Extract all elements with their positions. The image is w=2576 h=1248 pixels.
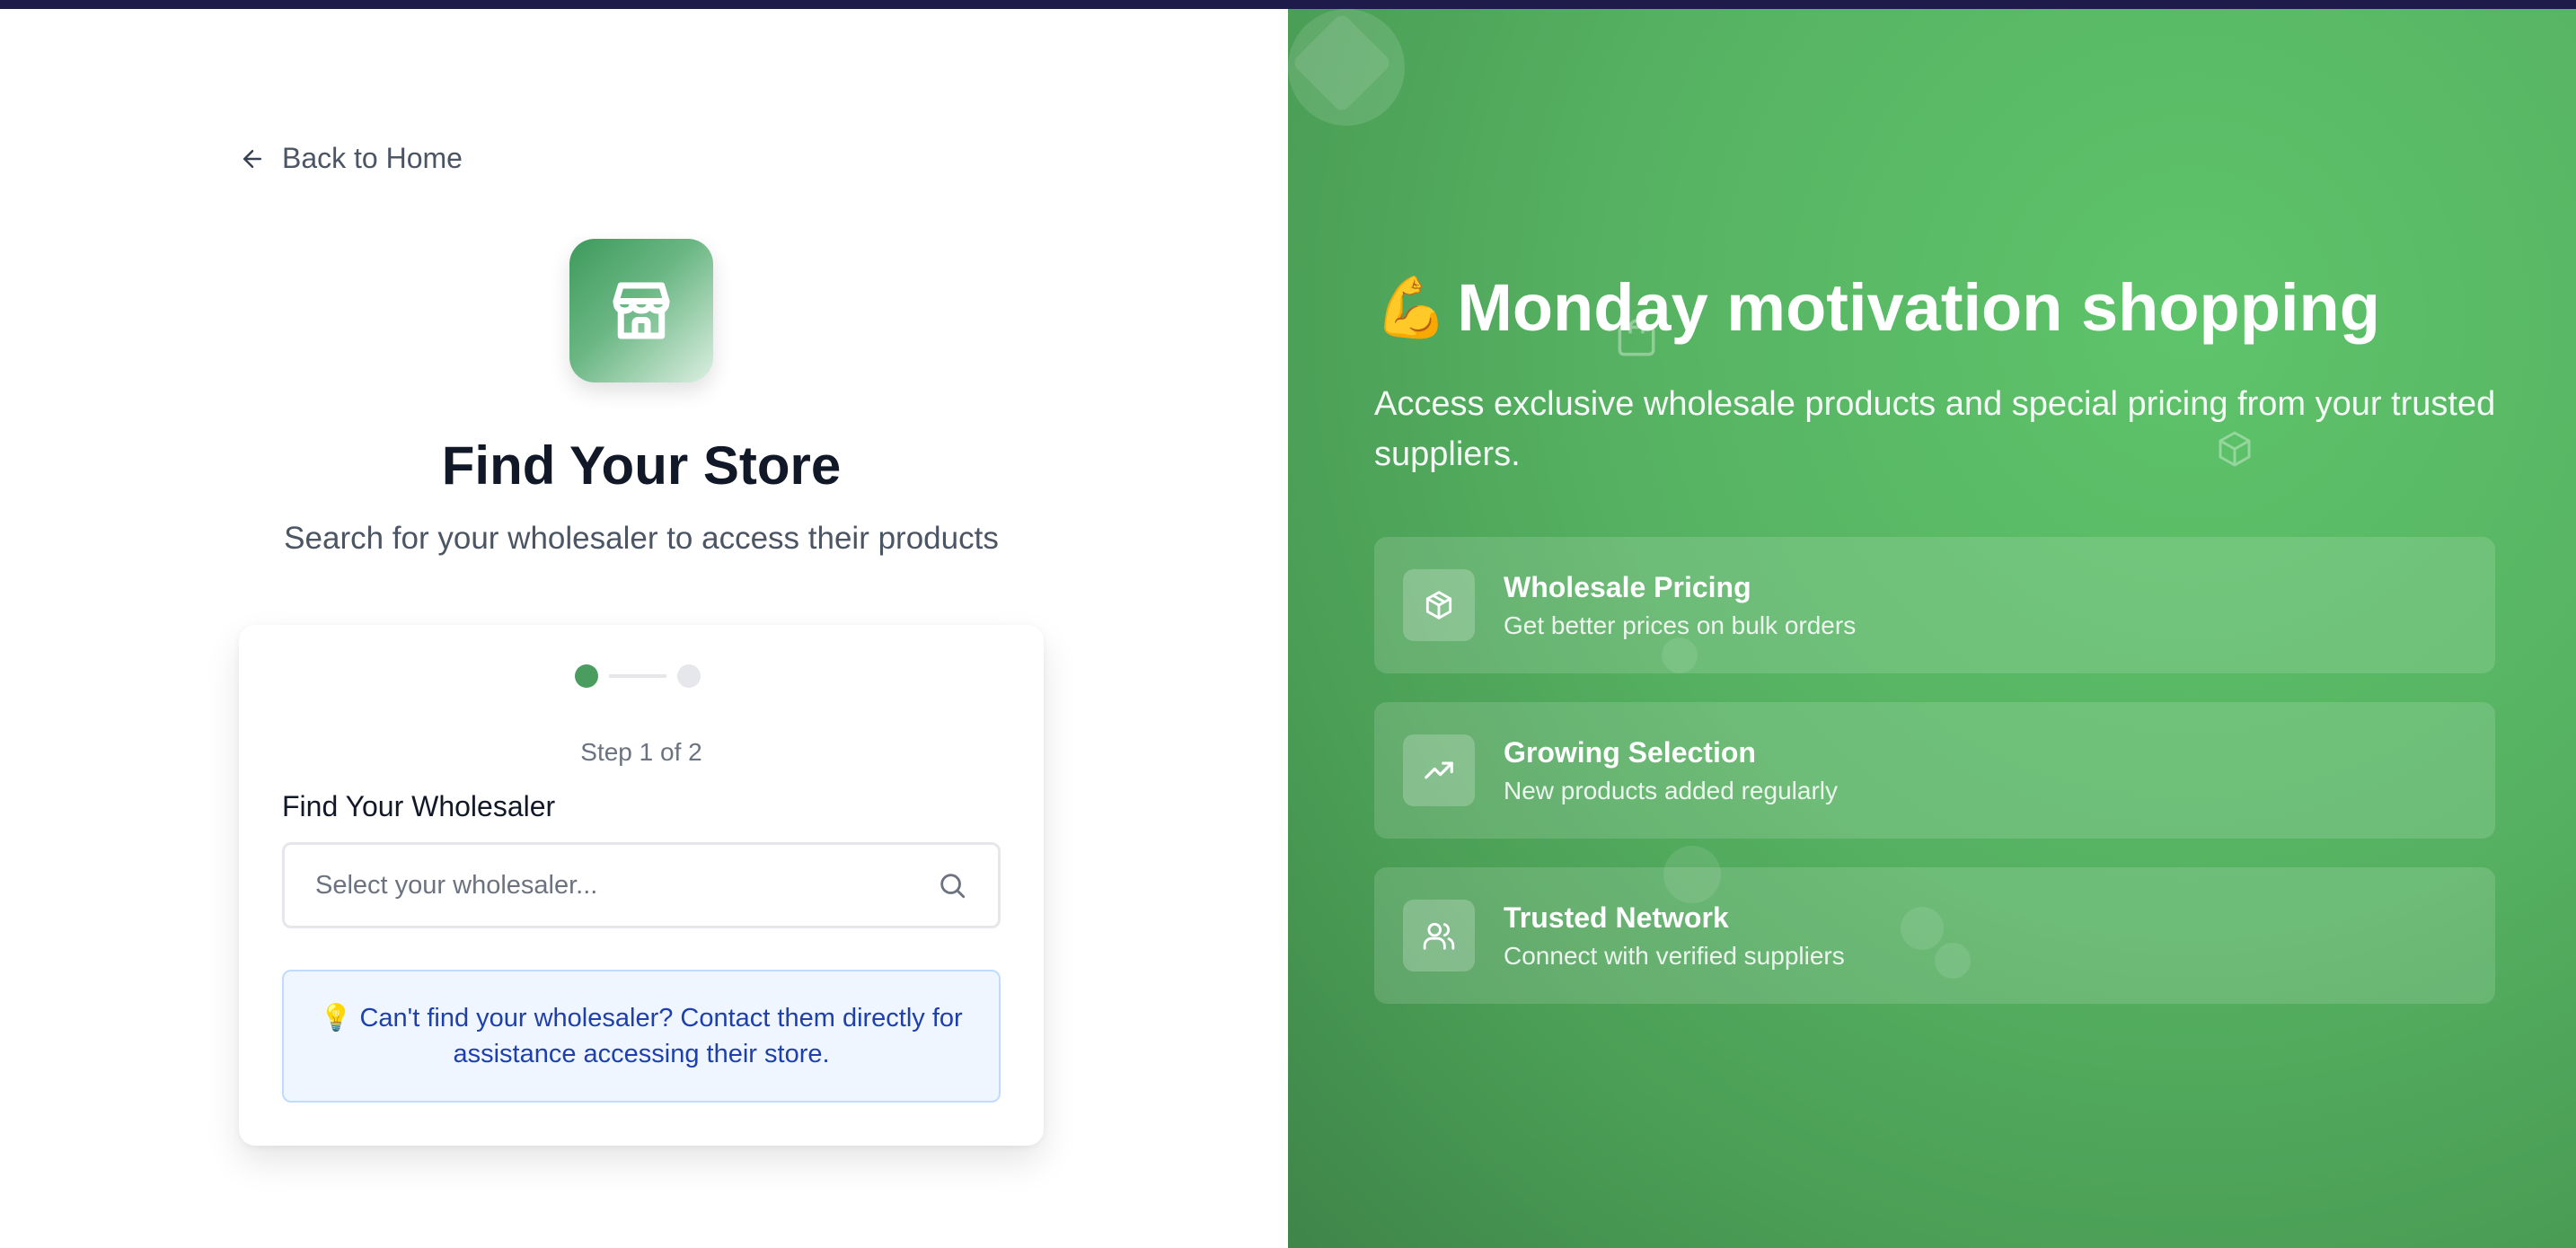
feature-icon-box — [1403, 569, 1475, 641]
feature-title: Trusted Network — [1504, 901, 1729, 934]
feature-card-wholesale-pricing: Wholesale Pricing Get better prices on b… — [1374, 537, 2495, 673]
step-counter: Step 1 of 2 — [580, 738, 702, 766]
step-connector — [609, 674, 666, 678]
feature-description: New products added regularly — [1504, 776, 1838, 804]
page-title: Find Your Store — [441, 435, 842, 496]
step-dot-1-active — [575, 664, 598, 688]
users-icon — [1423, 922, 1455, 950]
feature-description: Connect with verified suppliers — [1504, 941, 1845, 970]
store-logo — [569, 239, 713, 382]
feature-description: Get better prices on bulk orders — [1504, 611, 1857, 639]
promo-headline: 💪 Monday motivation shopping — [1374, 269, 2380, 346]
help-notice-text: 💡 Can't find your wholesaler? Contact th… — [320, 1004, 963, 1068]
promo-description: Access exclusive wholesale products and … — [1374, 385, 2496, 473]
page-subtitle: Search for your wholesaler to access the… — [284, 521, 999, 556]
flexed-biceps-icon: 💪 — [1374, 273, 1449, 340]
back-link-label: Back to Home — [282, 142, 463, 174]
feature-card-trusted-network: Trusted Network Connect with verified su… — [1374, 867, 2495, 1004]
step-dot-2 — [677, 664, 701, 688]
wholesaler-select[interactable] — [282, 842, 1001, 928]
wholesaler-search-input[interactable] — [285, 845, 937, 926]
wholesaler-field-label: Find Your Wholesaler — [282, 790, 556, 822]
search-icon — [940, 874, 966, 899]
help-notice: 💡 Can't find your wholesaler? Contact th… — [282, 970, 1001, 1103]
feature-icon-box — [1403, 734, 1475, 806]
store-search-panel: Back to Home Find Your Store Search for … — [0, 9, 1288, 1248]
feature-card-growing-selection: Growing Selection New products added reg… — [1374, 702, 2495, 839]
store-icon — [613, 282, 670, 339]
arrow-left-icon — [243, 149, 261, 168]
window-top-bar — [0, 0, 2576, 9]
step-indicator — [575, 664, 701, 688]
feature-title: Growing Selection — [1504, 735, 1756, 769]
package-icon — [1425, 591, 1452, 620]
promo-headline-text: Monday motivation shopping — [1457, 270, 2380, 345]
trending-up-icon — [1425, 761, 1453, 779]
promo-panel: 💪 Monday motivation shopping Access excl… — [1288, 9, 2576, 1248]
feature-title: Wholesale Pricing — [1504, 570, 1751, 603]
back-to-home-link[interactable]: Back to Home — [239, 142, 463, 175]
wholesaler-search-card: Step 1 of 2 Find Your Wholesaler 💡 Can't… — [239, 625, 1044, 1146]
feature-icon-box — [1403, 900, 1475, 971]
